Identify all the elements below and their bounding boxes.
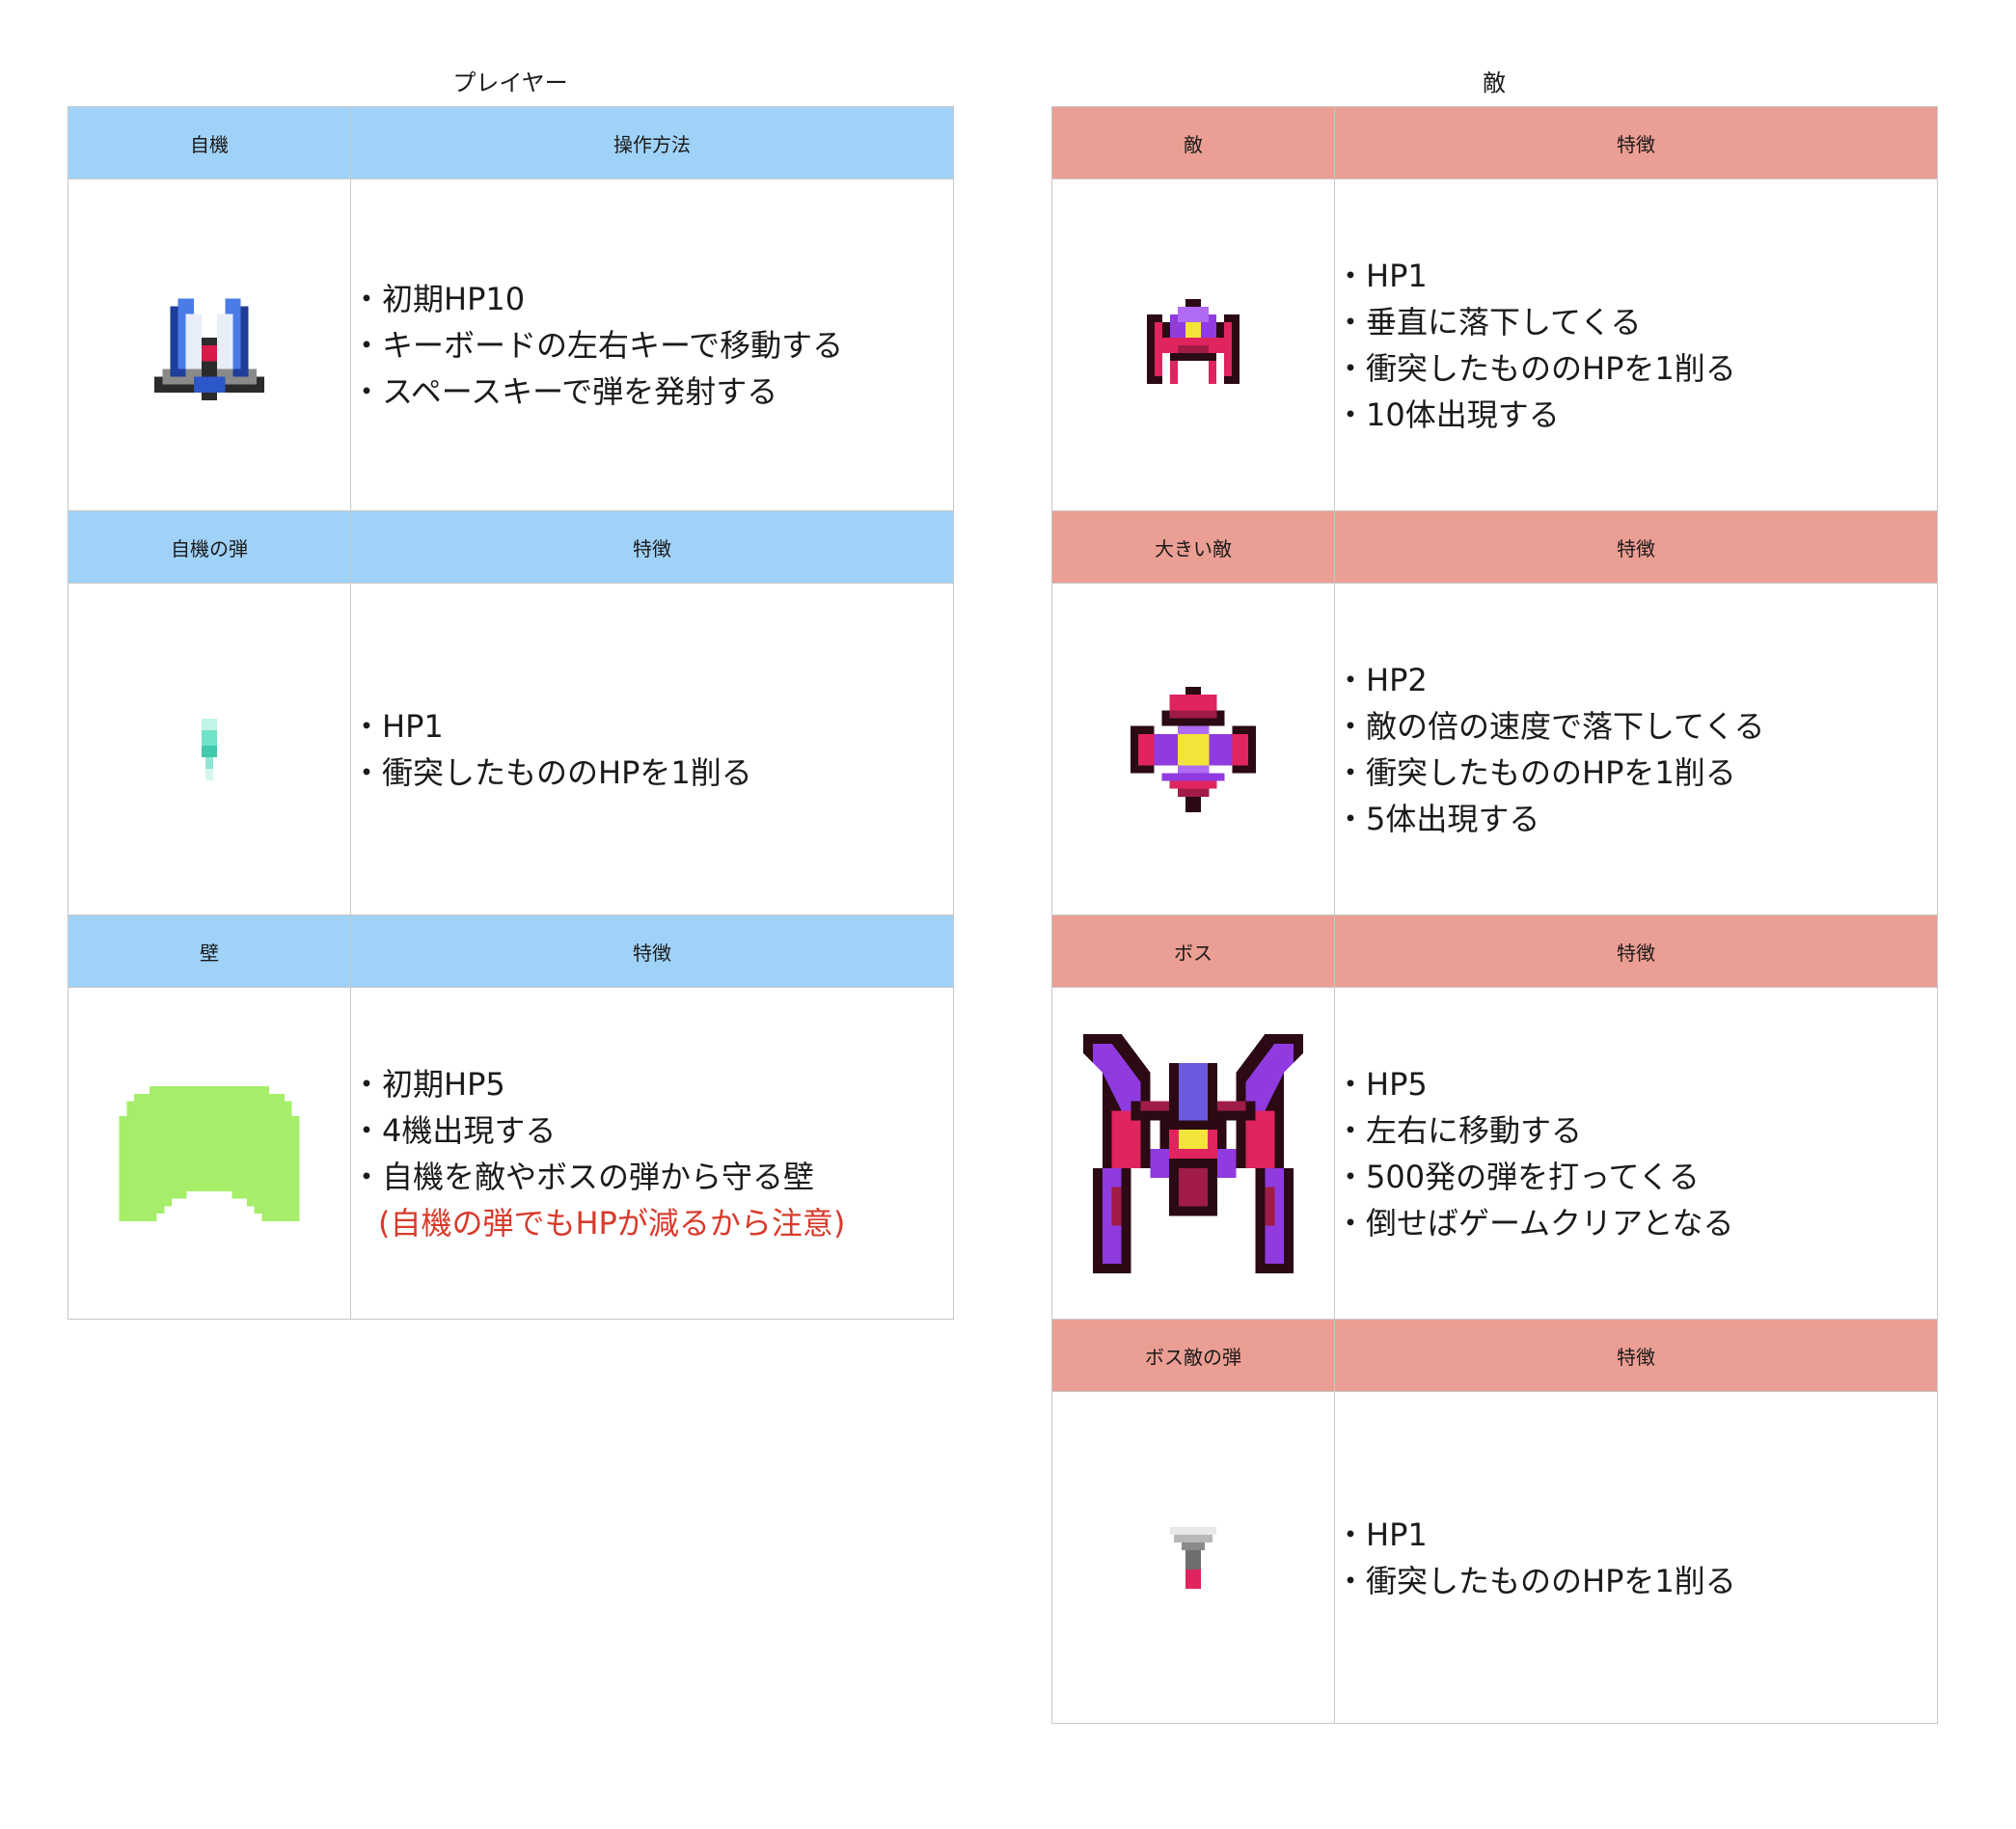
big-enemy-row: ・HP2 ・敵の倍の速度で落下してくる ・衝突したもののHPを1削る ・5体出現… — [1051, 583, 1938, 915]
boss-row: ・HP5 ・左右に移動する ・500発の弾を打ってくる ・倒せばゲームクリアとな… — [1051, 987, 1938, 1320]
description-line: ・衝突したもののHPを1削る — [1335, 1562, 1736, 1599]
player-ship-description: ・初期HP10 ・キーボードの左右キーで移動する ・スペースキーで弾を発射する — [350, 178, 954, 511]
enemy-row: ・HP1 ・垂直に落下してくる ・衝突したもののHPを1削る ・10体出現する — [1051, 178, 1938, 511]
description-line: ・衝突したもののHPを1削る — [351, 753, 752, 791]
header-cell-label: 特徴 — [350, 914, 954, 988]
boss-bullet-description: ・HP1 ・衝突したもののHPを1削る — [1334, 1391, 1938, 1724]
boss-description: ・HP5 ・左右に移動する ・500発の弾を打ってくる ・倒せばゲームクリアとな… — [1334, 987, 1938, 1320]
boss-sprite-cell — [1051, 987, 1335, 1320]
description-line: ・衝突したもののHPを1削る — [1335, 349, 1736, 387]
header-cell-label: 大きい敵 — [1051, 510, 1335, 584]
player-ship-icon — [154, 297, 264, 400]
description-line: ・HP1 — [1335, 257, 1428, 294]
header-cell-label: 敵 — [1051, 106, 1335, 179]
description-line: ・初期HP5 — [351, 1065, 505, 1103]
player-bullet-header-row: 自機の弾 特徴 — [68, 510, 954, 584]
player-ship-row: ・初期HP10 ・キーボードの左右キーで移動する ・スペースキーで弾を発射する — [68, 178, 954, 511]
boss-bullet-icon — [1170, 1526, 1216, 1589]
big-enemy-header-row: 大きい敵 特徴 — [1051, 510, 1938, 584]
boss-header-row: ボス 特徴 — [1051, 914, 1938, 988]
description-line: ・HP5 — [1335, 1065, 1428, 1103]
header-cell-label: ボス — [1051, 914, 1335, 988]
wall-icon — [119, 1085, 300, 1221]
player-section-title: プレイヤー — [452, 69, 568, 96]
big-enemy-sprite-cell — [1051, 583, 1335, 915]
description-line: ・HP2 — [1335, 661, 1428, 698]
wall-warning-note: (自機の弾でもHPが減るから注意) — [378, 1204, 846, 1242]
description-line: ・HP1 — [1335, 1515, 1428, 1553]
description-line: ・HP1 — [351, 707, 444, 745]
big-enemy-description: ・HP2 ・敵の倍の速度で落下してくる ・衝突したもののHPを1削る ・5体出現… — [1334, 583, 1938, 915]
wall-header-row: 壁 特徴 — [68, 914, 954, 988]
enemy-header-row: 敵 特徴 — [1051, 106, 1938, 179]
boss-bullet-header-row: ボス敵の弾 特徴 — [1051, 1319, 1938, 1392]
description-line: ・垂直に落下してくる — [1335, 303, 1642, 341]
description-line: ・倒せばゲームクリアとなる — [1335, 1204, 1734, 1242]
boss-ship-icon — [1083, 1033, 1303, 1273]
player-table: 自機 操作方法 ・初期HP10 ・キーボードの左右キーで移動する ・スペースキー… — [68, 106, 954, 1320]
header-cell-label: 自機の弾 — [68, 510, 351, 584]
header-cell-label: 特徴 — [1334, 106, 1938, 179]
enemy-description: ・HP1 ・垂直に落下してくる ・衝突したもののHPを1削る ・10体出現する — [1334, 178, 1938, 511]
enemy-sprite-cell — [1051, 178, 1335, 511]
wall-sprite-cell — [68, 987, 351, 1320]
player-ship-sprite-cell — [68, 178, 351, 511]
description-line: ・スペースキーで弾を発射する — [351, 372, 778, 410]
header-cell-label: 特徴 — [1334, 510, 1938, 584]
description-line: ・敵の倍の速度で落下してくる — [1335, 707, 1765, 745]
header-cell-label: 特徴 — [350, 510, 954, 584]
wall-description: ・初期HP5 ・4機出現する ・自機を敵やボスの弾から守る壁 (自機の弾でもHP… — [350, 987, 954, 1320]
description-line: ・衝突したもののHPを1削る — [1335, 753, 1736, 791]
player-bullet-sprite-cell — [68, 583, 351, 915]
description-line: ・4機出現する — [351, 1111, 557, 1149]
header-cell-label: 自機 — [68, 106, 351, 179]
player-bullet-description: ・HP1 ・衝突したもののHPを1削る — [350, 583, 954, 915]
wall-row: ・初期HP5 ・4機出現する ・自機を敵やボスの弾から守る壁 (自機の弾でもHP… — [68, 987, 954, 1320]
description-line: ・500発の弾を打ってくる — [1335, 1158, 1700, 1195]
boss-bullet-sprite-cell — [1051, 1391, 1335, 1724]
big-enemy-ship-icon — [1131, 686, 1256, 812]
description-line: ・自機を敵やボスの弾から守る壁 — [351, 1158, 815, 1195]
description-line: ・初期HP10 — [351, 280, 526, 317]
description-line: ・10体出現する — [1335, 396, 1560, 433]
enemy-section-title: 敵 — [1483, 69, 1506, 96]
header-cell-label: ボス敵の弾 — [1051, 1319, 1335, 1392]
header-cell-label: 操作方法 — [350, 106, 954, 179]
boss-bullet-row: ・HP1 ・衝突したもののHPを1削る — [1051, 1391, 1938, 1724]
header-cell-label: 特徴 — [1334, 914, 1938, 988]
enemy-ship-icon — [1147, 298, 1240, 384]
player-ship-header-row: 自機 操作方法 — [68, 106, 954, 179]
header-cell-label: 特徴 — [1334, 1319, 1938, 1392]
description-line: ・左右に移動する — [1335, 1111, 1583, 1149]
player-bullet-icon — [202, 718, 217, 780]
description-line: ・5体出現する — [1335, 800, 1540, 837]
header-cell-label: 壁 — [68, 914, 351, 988]
player-bullet-row: ・HP1 ・衝突したもののHPを1削る — [68, 583, 954, 915]
enemy-table: 敵 特徴 ・HP1 ・垂直に落下してくる ・衝突したもののHPを1削る ・10体… — [1051, 106, 1938, 1724]
description-line: ・キーボードの左右キーで移動する — [351, 326, 844, 364]
